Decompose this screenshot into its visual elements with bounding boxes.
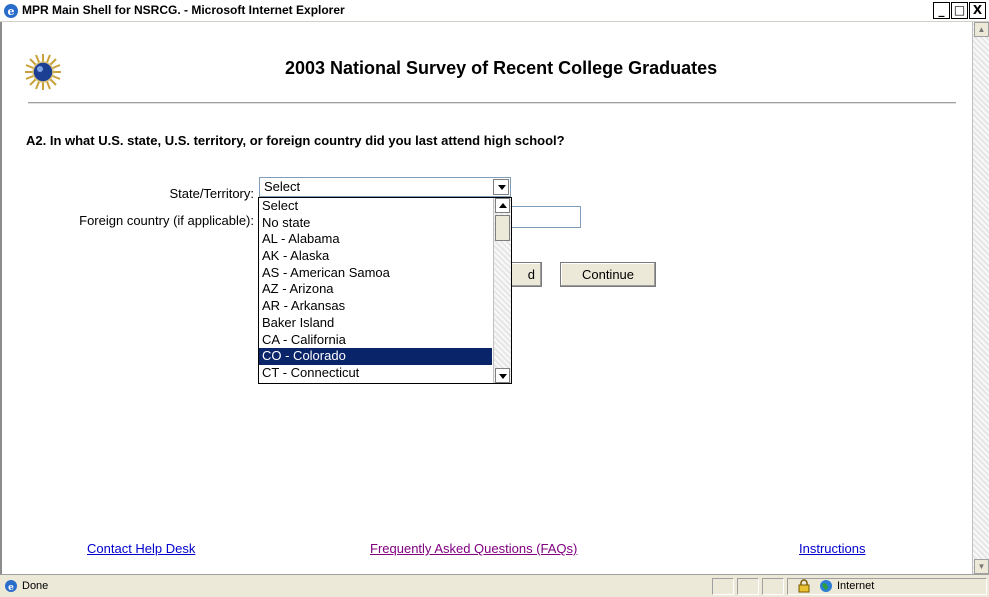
instructions-link[interactable]: Instructions	[799, 541, 865, 556]
close-button[interactable]: X	[969, 2, 986, 19]
option-colorado[interactable]: CO - Colorado	[259, 348, 492, 365]
scroll-down-icon[interactable]	[495, 368, 510, 383]
svg-text:e: e	[8, 5, 15, 18]
scroll-up-arrow-icon[interactable]: ▲	[974, 22, 989, 37]
option-american-samoa[interactable]: AS - American Samoa	[259, 265, 492, 282]
option-connecticut[interactable]: CT - Connecticut	[259, 365, 492, 382]
option-select[interactable]: Select	[259, 198, 492, 215]
globe-icon	[820, 580, 832, 592]
ie-icon: e	[4, 4, 18, 18]
lock-icon	[798, 579, 810, 593]
option-arkansas[interactable]: AR - Arkansas	[259, 298, 492, 315]
option-alaska[interactable]: AK - Alaska	[259, 248, 492, 265]
faq-link[interactable]: Frequently Asked Questions (FAQs)	[370, 541, 577, 556]
page-scrollbar[interactable]: ▲ ▼	[972, 22, 989, 574]
zone-pane	[787, 578, 987, 595]
option-california[interactable]: CA - California	[259, 332, 492, 349]
foreign-country-input[interactable]	[511, 206, 581, 228]
page-done-icon: e	[5, 580, 17, 593]
title-bar: e MPR Main Shell for NSRCG. - Microsoft …	[0, 0, 989, 22]
option-no-state[interactable]: No state	[259, 215, 492, 232]
question-text: A2. In what U.S. state, U.S. territory, …	[26, 133, 565, 148]
option-arizona[interactable]: AZ - Arizona	[259, 281, 492, 298]
minimize-button[interactable]: _	[933, 2, 950, 19]
chevron-down-icon[interactable]	[493, 179, 509, 195]
scroll-up-icon[interactable]	[495, 198, 510, 213]
state-territory-select[interactable]: Select	[259, 177, 511, 197]
dropdown-scrollbar[interactable]	[493, 198, 511, 383]
foreign-country-label: Foreign country (if applicable):	[79, 213, 254, 228]
divider	[28, 102, 956, 104]
nsf-logo	[25, 54, 61, 90]
state-territory-label: State/Territory:	[169, 186, 254, 201]
status-pane	[762, 578, 784, 595]
status-text: Done	[22, 580, 49, 592]
contact-help-desk-link[interactable]: Contact Help Desk	[87, 541, 195, 556]
window-title: MPR Main Shell for NSRCG. - Microsoft In…	[22, 3, 345, 17]
svg-text:e: e	[8, 583, 14, 593]
status-bar: e Done Internet	[0, 574, 989, 597]
state-selected-value: Select	[264, 179, 301, 194]
option-baker-island[interactable]: Baker Island	[259, 315, 492, 332]
status-pane	[737, 578, 759, 595]
page-title: 2003 National Survey of Recent College G…	[285, 58, 718, 78]
security-zone-text: Internet	[837, 580, 875, 592]
option-alabama[interactable]: AL - Alabama	[259, 231, 492, 248]
scroll-down-arrow-icon[interactable]: ▼	[974, 559, 989, 574]
state-dropdown-list[interactable]: Select No state AL - Alabama AK - Alaska…	[258, 197, 512, 384]
maximize-button[interactable]: □	[951, 2, 968, 19]
continue-button[interactable]: Continue	[560, 262, 656, 287]
scroll-thumb[interactable]	[495, 215, 510, 241]
window-controls: _ □ X	[933, 2, 986, 20]
status-pane	[712, 578, 734, 595]
